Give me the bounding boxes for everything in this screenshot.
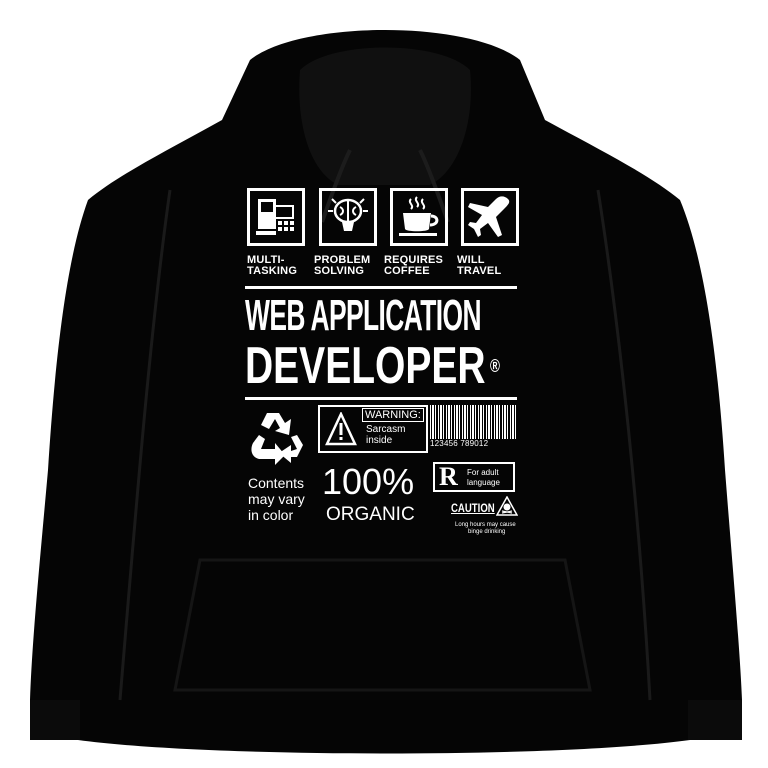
registered-mark: ® xyxy=(490,356,500,376)
caution-label: CAUTION xyxy=(451,501,495,515)
icon-caption-3: REQUIRES COFFEE xyxy=(384,254,444,277)
rating-box: R For adult language xyxy=(433,462,515,492)
brain-bulb-icon xyxy=(319,188,377,246)
title-line-2: DEVELOPER ® xyxy=(245,340,500,392)
title-developer: DEVELOPER xyxy=(245,337,486,395)
coffee-cup-icon xyxy=(390,188,448,246)
skull-warning-icon xyxy=(496,496,518,516)
barcode xyxy=(430,405,516,439)
warning-triangle-icon xyxy=(325,412,357,446)
warning-line-1: Sarcasm xyxy=(366,424,406,435)
divider-top xyxy=(245,286,517,289)
warning-box: WARNING: Sarcasm inside xyxy=(318,405,428,453)
product-image: MULTI- TASKING PROBLEM SOLVING REQUIRES COF… xyxy=(0,0,768,768)
divider-bottom xyxy=(245,397,517,400)
multitasking-icon xyxy=(247,188,305,246)
airplane-icon xyxy=(461,188,519,246)
rating-line-1: For adult xyxy=(467,468,499,477)
title-line-1: WEB APPLICATION xyxy=(245,291,482,340)
organic-percent: 100% xyxy=(322,461,415,502)
caution-line-1: Long hours may cause xyxy=(455,522,516,528)
caution-line-2: binge drinking xyxy=(468,529,506,535)
rating-letter: R xyxy=(439,462,458,491)
warning-label: WARNING: xyxy=(362,408,424,422)
rating-line-2: language xyxy=(467,478,500,487)
icon-caption-4: WILL TRAVEL xyxy=(457,254,502,277)
icon-caption-2: PROBLEM SOLVING xyxy=(314,254,371,277)
recycle-icon xyxy=(251,413,303,465)
organic-word: ORGANIC xyxy=(326,504,415,525)
contents-text: Contents may vary in color xyxy=(248,475,305,523)
icon-caption-1: MULTI- TASKING xyxy=(247,254,298,277)
warning-line-2: inside xyxy=(366,435,393,446)
barcode-digits: 123456 789012 xyxy=(430,439,489,448)
